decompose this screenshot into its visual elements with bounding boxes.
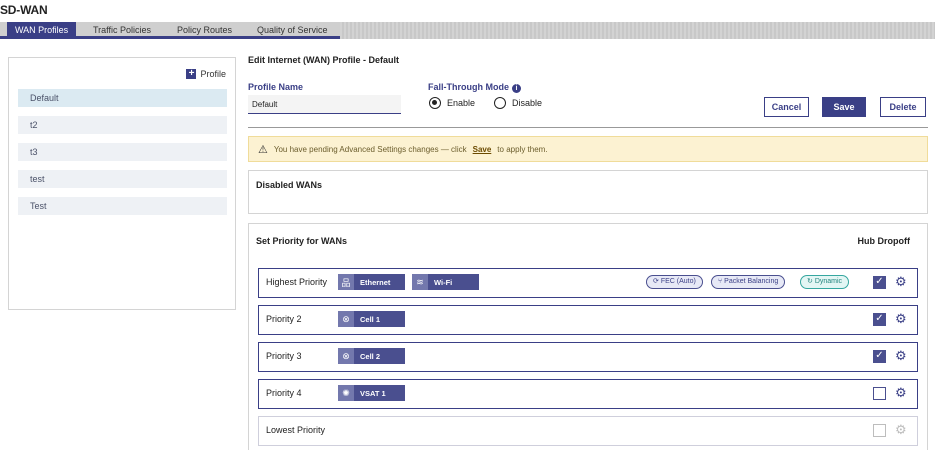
profile-item-t3[interactable]: t3 (18, 143, 227, 161)
profile-list-panel: + Profile Default t2 t3 test Test (8, 57, 236, 310)
gear-icon[interactable]: ⚙ (895, 385, 907, 401)
info-icon[interactable]: i (512, 84, 521, 93)
editor-title: Edit Internet (WAN) Profile - Default (248, 55, 400, 65)
wan-chip-wifi[interactable]: ≋ Wi-Fi (412, 274, 479, 290)
hub-dropoff-checkbox[interactable]: ✓ (873, 350, 886, 363)
hub-dropoff-checkbox[interactable] (873, 387, 886, 400)
tab-traffic-policies[interactable]: Traffic Policies (85, 22, 159, 39)
profile-item-t2[interactable]: t2 (18, 116, 227, 134)
gear-icon[interactable]: ⚙ (895, 348, 907, 364)
fallthrough-mode-label: Fall-Through Mode (428, 82, 509, 92)
plus-icon: + (186, 69, 197, 79)
tab-wan-profiles[interactable]: WAN Profiles (7, 22, 77, 39)
fallthrough-mode-heading: Fall-Through Mode i (428, 82, 521, 93)
satellite-icon: ✺ (338, 385, 354, 401)
save-button[interactable]: Save (822, 97, 866, 117)
wan-chip-vsat-1[interactable]: ✺ VSAT 1 (338, 385, 405, 401)
profile-item-test[interactable]: test (18, 170, 227, 188)
disable-radio[interactable]: Disable (494, 97, 542, 109)
enable-radio[interactable]: Enable (429, 97, 475, 109)
warning-icon: ⚠ (258, 143, 268, 156)
tab-policy-routes[interactable]: Policy Routes (169, 22, 240, 39)
radio-unselected-icon (494, 97, 506, 109)
profile-item-default[interactable]: Default (18, 89, 227, 107)
priority-row-highest[interactable]: Highest Priority 品 Ethernet ≋ Wi-Fi ⟳ FE… (258, 268, 918, 298)
wifi-icon: ≋ (412, 274, 428, 290)
hub-dropoff-label: Hub Dropoff (857, 236, 910, 246)
gear-icon[interactable]: ⚙ (895, 311, 907, 327)
packet-balancing-pill[interactable]: ⑂ Packet Balancing (711, 275, 786, 289)
wan-chip-cell-2[interactable]: ⊗ Cell 2 (338, 348, 405, 364)
disabled-wans-title: Disabled WANs (256, 180, 323, 190)
priority-label: Priority 3 (266, 351, 302, 361)
priority-row-lowest[interactable]: Lowest Priority ⚙ (258, 416, 918, 446)
pending-changes-banner: ⚠ You have pending Advanced Settings cha… (248, 136, 928, 162)
tab-bar: WAN Profiles Traffic Policies Policy Rou… (0, 22, 935, 39)
hub-dropoff-checkbox[interactable]: ✓ (873, 313, 886, 326)
warning-suffix: to apply them. (497, 144, 548, 154)
divider (248, 127, 928, 128)
priority-row-3[interactable]: Priority 3 ⊗ Cell 2 ✓ ⚙ (258, 342, 918, 372)
enable-label: Enable (447, 98, 476, 108)
disable-label: Disable (512, 98, 543, 108)
network-icon: 品 (338, 274, 354, 290)
profile-name-label: Profile Name (248, 82, 304, 92)
app-title: SD-WAN (0, 3, 48, 17)
priority-label: Lowest Priority (266, 425, 326, 435)
profile-item-test-capital[interactable]: Test (18, 197, 227, 215)
wan-chip-cell-1[interactable]: ⊗ Cell 1 (338, 311, 405, 327)
fec-auto-pill[interactable]: ⟳ FEC (Auto) (646, 275, 703, 289)
disabled-wans-box: Disabled WANs (248, 170, 928, 214)
tab-bar-filler (340, 22, 935, 39)
add-profile-button[interactable]: + Profile (186, 69, 226, 79)
add-profile-label: Profile (200, 69, 226, 79)
priority-row-2[interactable]: Priority 2 ⊗ Cell 1 ✓ ⚙ (258, 305, 918, 335)
priority-row-4[interactable]: Priority 4 ✺ VSAT 1 ⚙ (258, 379, 918, 409)
cellular-icon: ⊗ (338, 348, 354, 364)
priority-label: Highest Priority (266, 277, 328, 287)
priority-label: Priority 2 (266, 314, 302, 324)
hub-dropoff-checkbox[interactable]: ✓ (873, 276, 886, 289)
profile-name-input[interactable] (248, 95, 401, 114)
tab-quality-of-service[interactable]: Quality of Service (249, 22, 336, 39)
cancel-button[interactable]: Cancel (764, 97, 809, 117)
delete-button[interactable]: Delete (880, 97, 926, 117)
warning-prefix: You have pending Advanced Settings chang… (273, 144, 467, 154)
gear-icon: ⚙ (895, 422, 907, 437)
gear-icon[interactable]: ⚙ (895, 274, 907, 290)
warning-save-link[interactable]: Save (473, 145, 492, 154)
radio-selected-icon (429, 97, 441, 109)
wan-chip-ethernet[interactable]: 品 Ethernet (338, 274, 405, 290)
dynamic-pill[interactable]: ↻ Dynamic (800, 275, 850, 289)
hub-dropoff-checkbox (873, 424, 886, 437)
priority-title: Set Priority for WANs (256, 236, 348, 246)
priority-label: Priority 4 (266, 388, 302, 398)
cellular-icon: ⊗ (338, 311, 354, 327)
